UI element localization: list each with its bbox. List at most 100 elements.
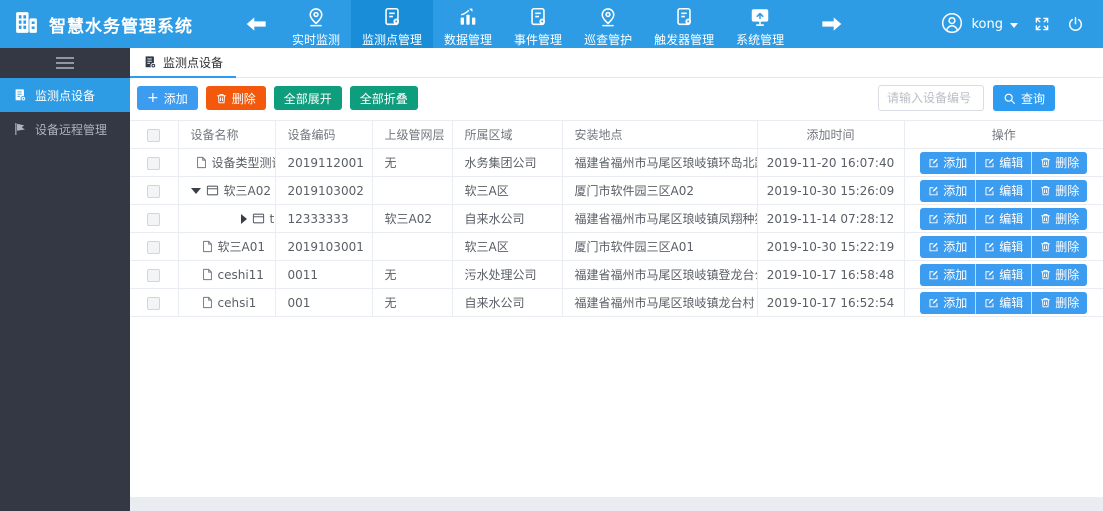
column-header: 设备编码	[274, 120, 373, 149]
device-code-search-input[interactable]	[877, 85, 984, 111]
user-name: kong	[971, 16, 1003, 32]
install-location: 福建省福州市马尾区琅岐镇龙台村	[561, 288, 758, 317]
trash-icon	[1040, 213, 1051, 224]
row-delete-button[interactable]: 删除	[1031, 151, 1088, 174]
device-name: 设备类型测试	[211, 156, 275, 170]
delete-button[interactable]: 删除	[205, 86, 266, 110]
row-add-button[interactable]: 添加	[920, 263, 976, 286]
add-button[interactable]: + 添加	[137, 86, 198, 110]
row-add-button[interactable]: 添加	[920, 291, 976, 314]
row-checkbox[interactable]	[147, 296, 161, 310]
nav-item-monitoring-point-management[interactable]: 监测点管理	[351, 0, 434, 48]
tree-caret-right-icon[interactable]	[240, 213, 247, 224]
main-content: 监测点设备 + 添加 删除 全部展开 全部折叠 查询	[130, 48, 1103, 511]
table-row: 设备类型测试2019112001无水务集团公司福建省福州市马尾区琅岐镇环岛北路2…	[130, 148, 1103, 177]
device-code: 12333333	[274, 204, 373, 233]
nav-item-realtime-monitoring[interactable]: 实时监测	[281, 0, 351, 48]
horizontal-scrollbar-track	[130, 497, 1103, 511]
edit-icon	[984, 157, 995, 168]
table-row: cehsi1 001 无自来水公司 福建省福州市马尾区琅岐镇龙台村 2019-10-17…	[130, 288, 1103, 317]
row-edit-button[interactable]: 编辑	[975, 179, 1032, 202]
row-edit-button[interactable]: 编辑	[975, 207, 1032, 230]
row-edit-button[interactable]: 编辑	[975, 291, 1032, 314]
row-checkbox[interactable]	[147, 184, 161, 198]
row-delete-button[interactable]: 删除	[1031, 179, 1088, 202]
doc-gear-icon	[381, 5, 403, 29]
sidebar-item-monitoring-point-devices[interactable]: 监测点设备	[0, 78, 130, 112]
device-name: cehsi1	[217, 295, 257, 310]
user-menu[interactable]: kong	[940, 11, 1018, 38]
device-code: 2019112001	[274, 148, 373, 177]
nav-item-label: 触发器管理	[654, 33, 715, 47]
tree-caret-down-icon[interactable]	[190, 187, 201, 194]
region: 自来水公司	[451, 288, 563, 317]
row-delete-button[interactable]: 删除	[1031, 207, 1088, 230]
device-code: 001	[274, 288, 373, 317]
monitor-icon	[749, 5, 771, 29]
row-edit-button[interactable]: 编辑	[975, 235, 1032, 258]
trash-icon	[1040, 185, 1051, 196]
row-edit-button[interactable]: 编辑	[975, 263, 1032, 286]
plus-icon: +	[147, 90, 159, 106]
edit-icon	[928, 241, 939, 252]
nav-item-trigger-management[interactable]: 触发器管理	[643, 0, 725, 48]
edit-icon	[984, 241, 995, 252]
nav-item-label: 系统管理	[736, 33, 785, 47]
trash-icon	[1040, 297, 1051, 308]
row-add-button[interactable]: 添加	[920, 207, 976, 230]
row-add-button[interactable]: 添加	[920, 179, 976, 202]
sidebar-item-label: 设备远程管理	[35, 122, 108, 137]
device-table: 设备名称设备编码上级管网层所属区域安装地点添加时间操作 设备类型测试201911…	[130, 120, 1103, 317]
nav-scroll-right-arrow-icon[interactable]	[821, 17, 842, 31]
row-add-button[interactable]: 添加	[920, 235, 976, 258]
tab-bar: 监测点设备	[130, 48, 1103, 78]
nav-item-data-management[interactable]: 数据管理	[433, 0, 503, 48]
nav-item-event-management[interactable]: 事件管理	[503, 0, 573, 48]
edit-icon	[984, 269, 995, 280]
parent-network-layer: 软三A02	[371, 204, 453, 233]
table-row: test12333333软三A02自来水公司福建省福州市马尾区琅岐镇凤翔种猪场2…	[130, 204, 1103, 233]
building-logo-icon	[13, 9, 40, 39]
app-title: 智慧水务管理系统	[49, 16, 193, 37]
select-all-checkbox[interactable]	[147, 128, 161, 142]
top-header-bar: 智慧水务管理系统 实时监测 监测点管理 数据管理 事件管理 巡查管护 触发器管理 系统管理 …	[0, 0, 1103, 48]
doc-badge-icon	[13, 88, 27, 102]
file-icon	[202, 240, 213, 253]
trash-icon	[216, 93, 227, 104]
query-button[interactable]: 查询	[992, 85, 1055, 111]
row-delete-button[interactable]: 删除	[1031, 263, 1088, 286]
trash-icon	[1040, 269, 1051, 280]
app-window: 智慧水务管理系统 实时监测 监测点管理 数据管理 事件管理 巡查管护 触发器管理 系统管理 …	[0, 0, 1103, 511]
sidebar-collapse-icon[interactable]	[0, 48, 130, 78]
nav-item-label: 巡查管护	[584, 33, 633, 47]
collapse-all-button[interactable]: 全部折叠	[349, 86, 418, 110]
row-delete-button[interactable]: 删除	[1031, 291, 1088, 314]
row-checkbox[interactable]	[147, 268, 161, 282]
tab-monitoring-point-devices[interactable]: 监测点设备	[130, 48, 237, 78]
nav-item-inspection-management[interactable]: 巡查管护	[573, 0, 643, 48]
row-edit-button[interactable]: 编辑	[975, 151, 1032, 174]
device-name: ceshi11	[217, 267, 264, 282]
power-icon[interactable]	[1066, 15, 1085, 34]
fullscreen-icon[interactable]	[1033, 15, 1051, 33]
expand-all-button[interactable]: 全部展开	[273, 86, 342, 110]
row-actions: 添加 编辑 删除	[920, 291, 1088, 314]
added-time: 2019-11-20 16:07:40	[756, 148, 905, 177]
row-checkbox[interactable]	[147, 156, 161, 170]
nav-scroll-left-arrow-icon[interactable]	[246, 17, 267, 31]
sidebar-item-device-remote-management[interactable]: 设备远程管理	[0, 112, 130, 146]
column-header: 添加时间	[756, 120, 905, 149]
region: 水务集团公司	[451, 148, 563, 177]
nav-item-system-management[interactable]: 系统管理	[725, 0, 795, 48]
install-location: 厦门市软件园三区A02	[561, 176, 758, 205]
row-checkbox[interactable]	[147, 212, 161, 226]
row-add-button[interactable]: 添加	[920, 151, 976, 174]
install-location: 福建省福州市马尾区琅岐镇凤翔种猪场	[561, 204, 758, 233]
main-nav: 实时监测 监测点管理 数据管理 事件管理 巡查管护 触发器管理 系统管理	[281, 0, 795, 48]
row-checkbox[interactable]	[147, 240, 161, 254]
install-location: 福建省福州市马尾区琅岐镇登龙台公园	[561, 260, 758, 289]
edit-icon	[928, 157, 939, 168]
row-delete-button[interactable]: 删除	[1031, 235, 1088, 258]
toolbar: + 添加 删除 全部展开 全部折叠 查询	[137, 85, 1103, 111]
device-code: 2019103002	[274, 176, 373, 205]
